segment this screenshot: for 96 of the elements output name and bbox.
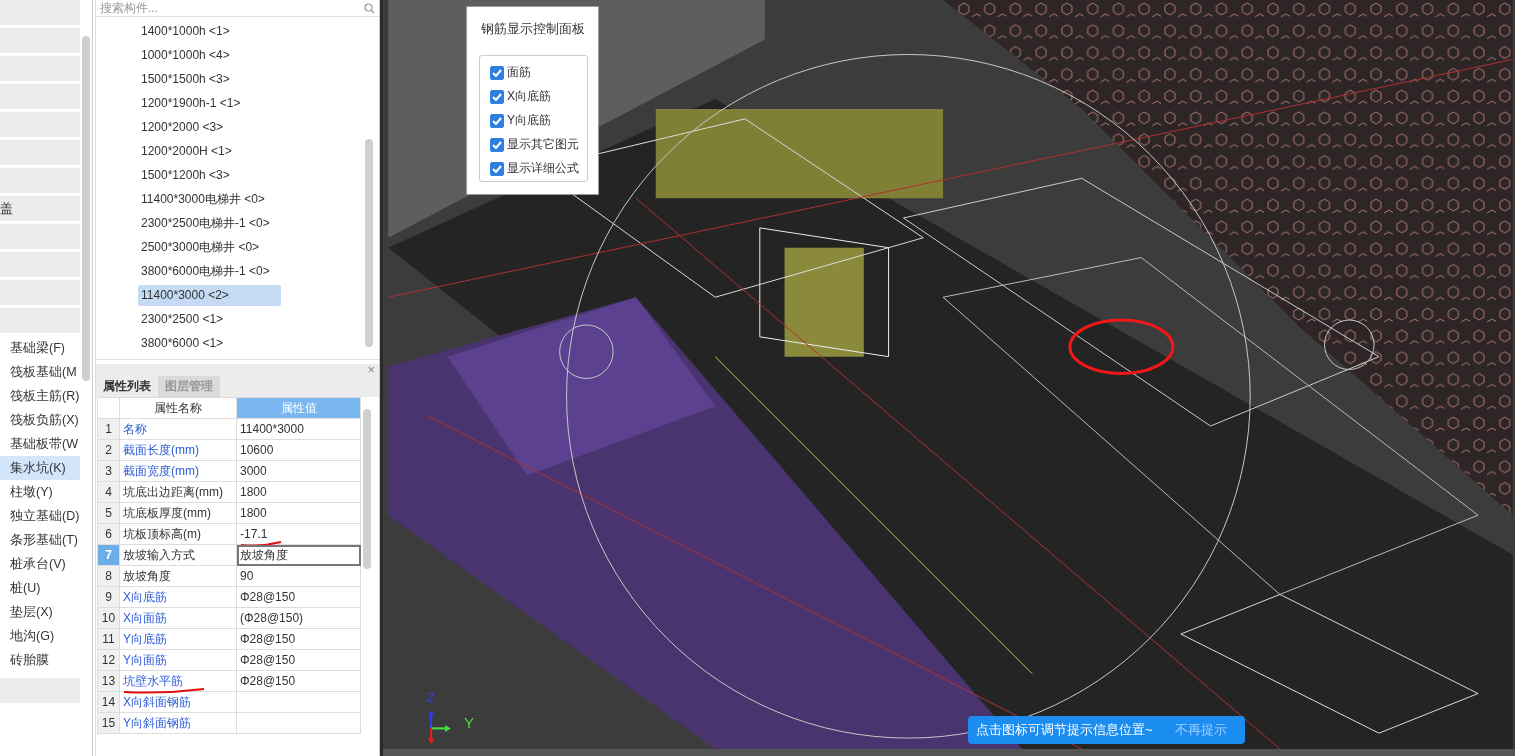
checkbox-label[interactable]: X向底筋 (507, 88, 551, 105)
component-item[interactable]: 3800*6000电梯井-1 <0> (138, 261, 281, 282)
checkbox[interactable] (490, 137, 504, 152)
category-row[interactable]: 盖 (0, 196, 80, 221)
3d-model-drawing[interactable] (387, 0, 1514, 749)
property-value[interactable]: -17.1 (236, 523, 361, 545)
component-type-item[interactable]: 地沟(G) (0, 624, 80, 648)
property-name: 截面宽度(mm) (119, 460, 237, 482)
component-type-item[interactable]: 筏板负筋(X) (0, 408, 80, 432)
property-name: 放坡输入方式 (119, 544, 237, 566)
row-number: 15 (97, 712, 120, 734)
property-value[interactable]: Φ28@150 (236, 649, 361, 671)
component-item[interactable]: 11400*3000电梯井 <0> (138, 189, 281, 210)
scrollbar-thumb[interactable] (365, 139, 373, 347)
property-name: Y向斜面钢筋 (119, 712, 237, 734)
checkbox-label[interactable]: 显示其它图元 (507, 136, 579, 153)
property-value[interactable]: 11400*3000 (236, 418, 361, 440)
row-number: 6 (97, 523, 120, 545)
property-name: Y向面筋 (119, 649, 237, 671)
component-type-item[interactable]: 条形基础(T) (0, 528, 80, 552)
checkbox[interactable] (490, 161, 504, 176)
property-value[interactable]: Φ28@150 (236, 586, 361, 608)
component-type-item[interactable]: 筏板主筋(R) (0, 384, 80, 408)
axis-label: Z (427, 691, 435, 705)
component-type-item[interactable]: 垫层(X) (0, 600, 80, 624)
component-type-item[interactable]: 桩承台(V) (0, 552, 80, 576)
property-name: X向底筋 (119, 586, 237, 608)
component-item[interactable]: 3800*6000 <1> (138, 333, 281, 354)
checkbox-label[interactable]: 面筋 (507, 64, 531, 81)
checkbox[interactable] (490, 113, 504, 128)
row-number: 7 (97, 544, 120, 566)
component-type-item[interactable]: 基础板带(W (0, 432, 80, 456)
column-header[interactable]: 属性名称 (119, 397, 237, 419)
property-name: 名称 (119, 418, 237, 440)
component-type-item[interactable]: 筏板基础(M (0, 360, 80, 384)
tip-message: 点击图标可调节提示信息位置~ (976, 721, 1153, 739)
search-field[interactable]: 搜索构件... (96, 0, 379, 17)
row-number: 10 (97, 607, 120, 629)
scrollbar-thumb[interactable] (82, 36, 90, 381)
property-name: 坑底出边距离(mm) (119, 481, 237, 503)
row-number: 12 (97, 649, 120, 671)
component-item[interactable]: 2500*3000电梯井 <0> (138, 237, 281, 258)
component-type-item[interactable]: 独立基础(D) (0, 504, 80, 528)
property-name: 坑壁水平筋 (119, 670, 237, 692)
component-item[interactable]: 1500*1500h <3> (138, 69, 281, 90)
property-name: 坑底板厚度(mm) (119, 502, 237, 524)
axis-label: Y (464, 715, 474, 731)
checkbox-label[interactable]: Y向底筋 (507, 112, 551, 129)
row-number: 5 (97, 502, 120, 524)
component-item[interactable]: 1200*2000 <3> (138, 117, 281, 138)
property-name: 截面长度(mm) (119, 439, 237, 461)
component-type-item[interactable]: 桩(U) (0, 576, 80, 600)
row-number: 4 (97, 481, 120, 503)
property-value[interactable]: 3000 (236, 460, 361, 482)
component-item[interactable]: 1500*1200h <3> (138, 165, 281, 186)
checkbox[interactable] (490, 89, 504, 104)
checkbox[interactable] (490, 65, 504, 80)
property-value[interactable] (236, 691, 361, 713)
property-name: 放坡角度 (119, 565, 237, 587)
property-value[interactable]: 1800 (236, 481, 361, 503)
property-value[interactable]: Φ28@150 (236, 628, 361, 650)
row-number: 8 (97, 565, 120, 587)
row-number: 13 (97, 670, 120, 692)
row-number: 3 (97, 460, 120, 482)
panel-title: 钢筋显示控制面板 (479, 20, 586, 38)
component-item[interactable]: 1200*1900h-1 <1> (138, 93, 281, 114)
property-value[interactable] (236, 712, 361, 734)
property-name: Y向底筋 (119, 628, 237, 650)
component-type-item[interactable]: 柱墩(Y) (0, 480, 80, 504)
component-item[interactable]: 2300*2500 <1> (138, 309, 281, 330)
property-value[interactable]: 1800 (236, 502, 361, 524)
component-type-item[interactable]: 集水坑(K) (0, 456, 80, 480)
scrollbar-thumb[interactable] (363, 409, 371, 569)
component-item[interactable]: 1200*2000H <1> (138, 141, 281, 162)
property-value[interactable]: (Φ28@150) (236, 607, 361, 629)
component-item[interactable]: 1000*1000h <4> (138, 45, 281, 66)
row-number: 14 (97, 691, 120, 713)
property-value[interactable]: Φ28@150 (236, 670, 361, 692)
property-value[interactable]: 10600 (236, 439, 361, 461)
component-item[interactable]: 1400*1000h <1> (138, 21, 281, 42)
property-name: X向斜面钢筋 (119, 691, 237, 713)
row-number: 9 (97, 586, 120, 608)
component-type-item[interactable]: 砖胎膜 (0, 648, 80, 672)
component-item[interactable]: 11400*3000 <2> (138, 285, 281, 306)
component-type-item[interactable]: 基础梁(F) (0, 336, 80, 360)
row-number: 1 (97, 418, 120, 440)
property-name: 坑板顶标高(m) (119, 523, 237, 545)
row-number: 11 (97, 628, 120, 650)
property-name: X向面筋 (119, 607, 237, 629)
row-number: 2 (97, 439, 120, 461)
property-value[interactable]: 放坡角度 (236, 544, 361, 566)
checkbox-label[interactable]: 显示详细公式 (507, 160, 579, 177)
property-value[interactable]: 90 (236, 565, 361, 587)
search-icon[interactable] (364, 2, 375, 14)
search-input[interactable]: 搜索构件... (100, 1, 364, 15)
component-item[interactable]: 2300*2500电梯井-1 <0> (138, 213, 281, 234)
